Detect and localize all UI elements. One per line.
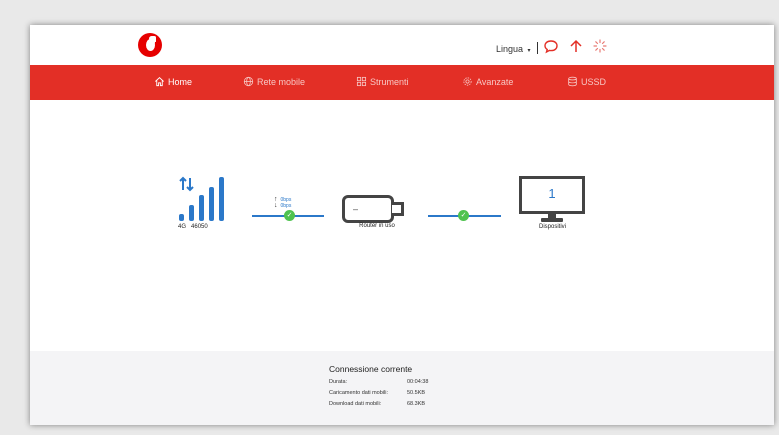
signal-bar-4 xyxy=(209,187,214,221)
operator-code: 46050 xyxy=(191,224,208,230)
chevron-down-icon: ▾ xyxy=(527,48,531,54)
download-arrow-icon: ↓ xyxy=(274,202,278,209)
upload-data-label: Caricamento dati mobili: xyxy=(329,390,388,396)
gear-icon xyxy=(463,77,472,86)
network-type: 4G xyxy=(178,224,187,230)
signal-bar-1 xyxy=(179,214,184,221)
upload-data-row: Caricamento dati mobili: 50.5KB xyxy=(329,390,425,396)
connection-ok-icon: ✓ xyxy=(284,210,295,221)
language-label: Lingua xyxy=(496,44,524,54)
top-bar: Lingua ▾ xyxy=(30,25,774,65)
devices-monitor-icon[interactable]: 1 xyxy=(519,176,585,226)
nav-item-home[interactable]: Home xyxy=(154,76,192,87)
connection-title: Connessione corrente xyxy=(329,364,413,374)
signal-bar-2 xyxy=(189,205,194,221)
download-data-label: Download dati mobili: xyxy=(329,401,382,407)
download-data-row: Download dati mobili: 68.3KB xyxy=(329,401,425,407)
nav-label-avanzate: Avanzate xyxy=(476,76,514,87)
signal-bar-5 xyxy=(219,177,224,221)
download-speed: 0bps xyxy=(280,203,292,209)
nav-item-rete-mobile[interactable]: Rete mobile xyxy=(243,76,305,87)
globe-icon xyxy=(243,76,254,87)
router-label: Router in uso xyxy=(359,223,395,229)
current-connection-panel: Connessione corrente Durata: 00:04:38 Car… xyxy=(30,351,774,425)
duration-row: Durata: 00:04:38 xyxy=(329,379,428,385)
vodafone-logo-icon[interactable] xyxy=(138,33,162,57)
main-nav: Home Rete mobile Strumenti Avanzate USSD xyxy=(30,65,774,100)
nav-label-ussd: USSD xyxy=(581,76,607,87)
speed-indicator: ↑ 0bps ↓ 0bps xyxy=(274,196,292,209)
duration-value: 00:04:38 xyxy=(407,379,429,385)
loading-spinner-icon xyxy=(592,38,608,54)
signal-strength-icon xyxy=(179,176,239,221)
upload-data-value: 50.5KB xyxy=(407,390,426,396)
router-admin-window: Lingua ▾ Home Rete mobile Strumenti Avan… xyxy=(30,25,774,425)
language-selector[interactable]: Lingua ▾ xyxy=(496,44,531,54)
nav-label-home: Home xyxy=(168,76,193,87)
download-data-value: 68.3KB xyxy=(407,401,426,407)
divider xyxy=(537,42,538,54)
signal-bar-3 xyxy=(199,195,204,221)
database-icon xyxy=(568,76,577,87)
nav-item-strumenti[interactable]: Strumenti xyxy=(356,76,409,87)
devices-label: Dispositivi xyxy=(538,224,566,230)
nav-item-avanzate[interactable]: Avanzate xyxy=(462,76,513,87)
tools-grid-icon xyxy=(356,76,367,87)
devices-count: 1 xyxy=(519,176,585,214)
duration-label: Durata: xyxy=(329,379,348,385)
update-arrow-up-icon[interactable] xyxy=(568,38,584,54)
connection-ok-icon: ✓ xyxy=(458,210,469,221)
data-transfer-arrows-icon xyxy=(179,176,194,192)
connection-diagram: 4G 46050 ↑ 0bps ↓ 0bps ✓ – Router in uso ✓… xyxy=(30,100,774,351)
nav-label-rete-mobile: Rete mobile xyxy=(257,76,306,87)
nav-item-ussd[interactable]: USSD xyxy=(567,76,606,87)
home-icon xyxy=(155,77,164,87)
network-info: 4G 46050 xyxy=(178,224,208,230)
nav-label-strumenti: Strumenti xyxy=(370,76,409,87)
sms-icon[interactable] xyxy=(543,38,559,54)
router-screen-text: – xyxy=(353,204,359,214)
